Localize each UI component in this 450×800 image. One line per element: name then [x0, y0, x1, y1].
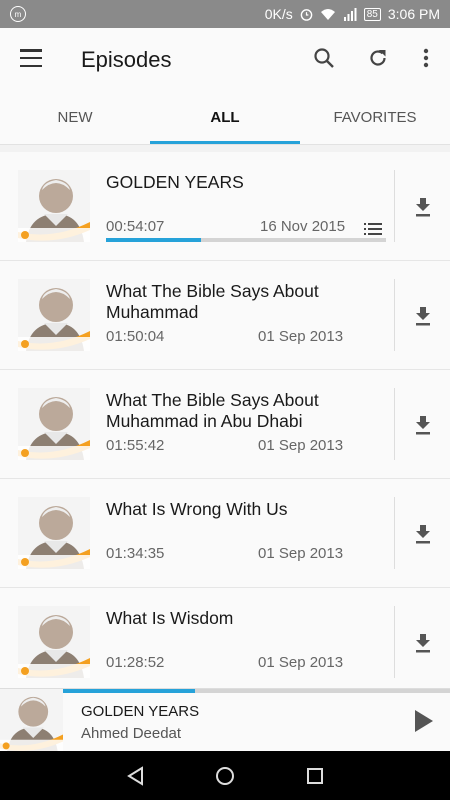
download-icon[interactable]: [410, 412, 436, 438]
episode-thumbnail: [18, 170, 90, 242]
player-title: GOLDEN YEARS: [81, 703, 200, 720]
episode-date: 01 Sep 2013: [258, 654, 344, 671]
home-icon[interactable]: [213, 764, 237, 788]
notification-icon: m: [10, 6, 26, 22]
download-icon[interactable]: [410, 630, 436, 656]
refresh-icon[interactable]: [364, 44, 392, 72]
mini-player[interactable]: GOLDEN YEARS Ahmed Deedat: [0, 688, 450, 751]
episode-row[interactable]: What The Bible Says About Muhammad 01:50…: [0, 261, 450, 370]
status-bar: m 0K/s 85 3:06 PM: [0, 0, 450, 28]
episode-duration: 01:28:52: [106, 654, 165, 671]
episode-progress-bar: [106, 238, 386, 242]
app-bar: Episodes: [0, 28, 450, 91]
playlist-icon[interactable]: [364, 222, 382, 236]
tab-new[interactable]: NEW: [0, 91, 150, 144]
clock: 3:06 PM: [387, 6, 440, 22]
episode-date: 16 Nov 2015: [260, 218, 346, 235]
player-thumbnail: [0, 689, 63, 752]
tab-favorites[interactable]: FAVORITES: [300, 91, 450, 144]
episode-thumbnail: [18, 606, 90, 678]
download-icon[interactable]: [410, 194, 436, 220]
navigation-bar: [0, 751, 450, 800]
download-icon[interactable]: [410, 521, 436, 547]
episode-title: What The Bible Says About Muhammad in Ab…: [106, 390, 319, 431]
divider: [394, 170, 395, 242]
episode-list: GOLDEN YEARS 00:54:07 16 Nov 2015 What T…: [0, 152, 450, 688]
episode-duration: 01:34:35: [106, 545, 165, 562]
divider: [394, 388, 395, 460]
search-icon[interactable]: [310, 44, 338, 72]
episode-duration: 01:55:42: [106, 437, 165, 454]
play-icon[interactable]: [410, 707, 436, 735]
divider: [394, 606, 395, 678]
network-speed: 0K/s: [264, 6, 293, 22]
episode-row[interactable]: GOLDEN YEARS 00:54:07 16 Nov 2015: [0, 152, 450, 261]
recents-icon[interactable]: [303, 764, 327, 788]
episode-thumbnail: [18, 388, 90, 460]
episode-duration: 01:50:04: [106, 328, 165, 345]
more-vert-icon[interactable]: [412, 44, 440, 72]
signal-icon: [343, 7, 357, 21]
episode-row[interactable]: What The Bible Says About Muhammad in Ab…: [0, 370, 450, 479]
battery-level: 85: [363, 7, 381, 21]
alarm-icon: [300, 8, 313, 21]
episode-title: GOLDEN YEARS: [106, 172, 244, 192]
player-progress-bar[interactable]: [63, 689, 450, 693]
back-icon[interactable]: [124, 764, 148, 788]
tab-all[interactable]: ALL: [150, 91, 300, 144]
episode-row[interactable]: What Is Wisdom 01:28:52 01 Sep 2013: [0, 588, 450, 688]
download-icon[interactable]: [410, 303, 436, 329]
menu-icon[interactable]: [20, 49, 42, 67]
episode-date: 01 Sep 2013: [258, 328, 344, 345]
episode-date: 01 Sep 2013: [258, 437, 344, 454]
divider: [394, 497, 395, 569]
episode-duration: 00:54:07: [106, 218, 165, 235]
episode-thumbnail: [18, 279, 90, 351]
tab-bar: NEW ALL FAVORITES: [0, 91, 450, 145]
episode-date: 01 Sep 2013: [258, 545, 344, 562]
episode-progress-fill: [106, 238, 202, 242]
divider: [394, 279, 395, 351]
wifi-icon: [320, 8, 335, 20]
episode-row[interactable]: What Is Wrong With Us 01:34:35 01 Sep 20…: [0, 479, 450, 588]
episode-title: What Is Wisdom: [106, 608, 234, 628]
page-title: Episodes: [81, 47, 172, 72]
player-artist: Ahmed Deedat: [81, 725, 182, 742]
episode-title: What Is Wrong With Us: [106, 499, 288, 519]
episode-thumbnail: [18, 497, 90, 569]
episode-title: What The Bible Says About Muhammad: [106, 281, 319, 322]
player-progress-fill: [63, 689, 195, 693]
